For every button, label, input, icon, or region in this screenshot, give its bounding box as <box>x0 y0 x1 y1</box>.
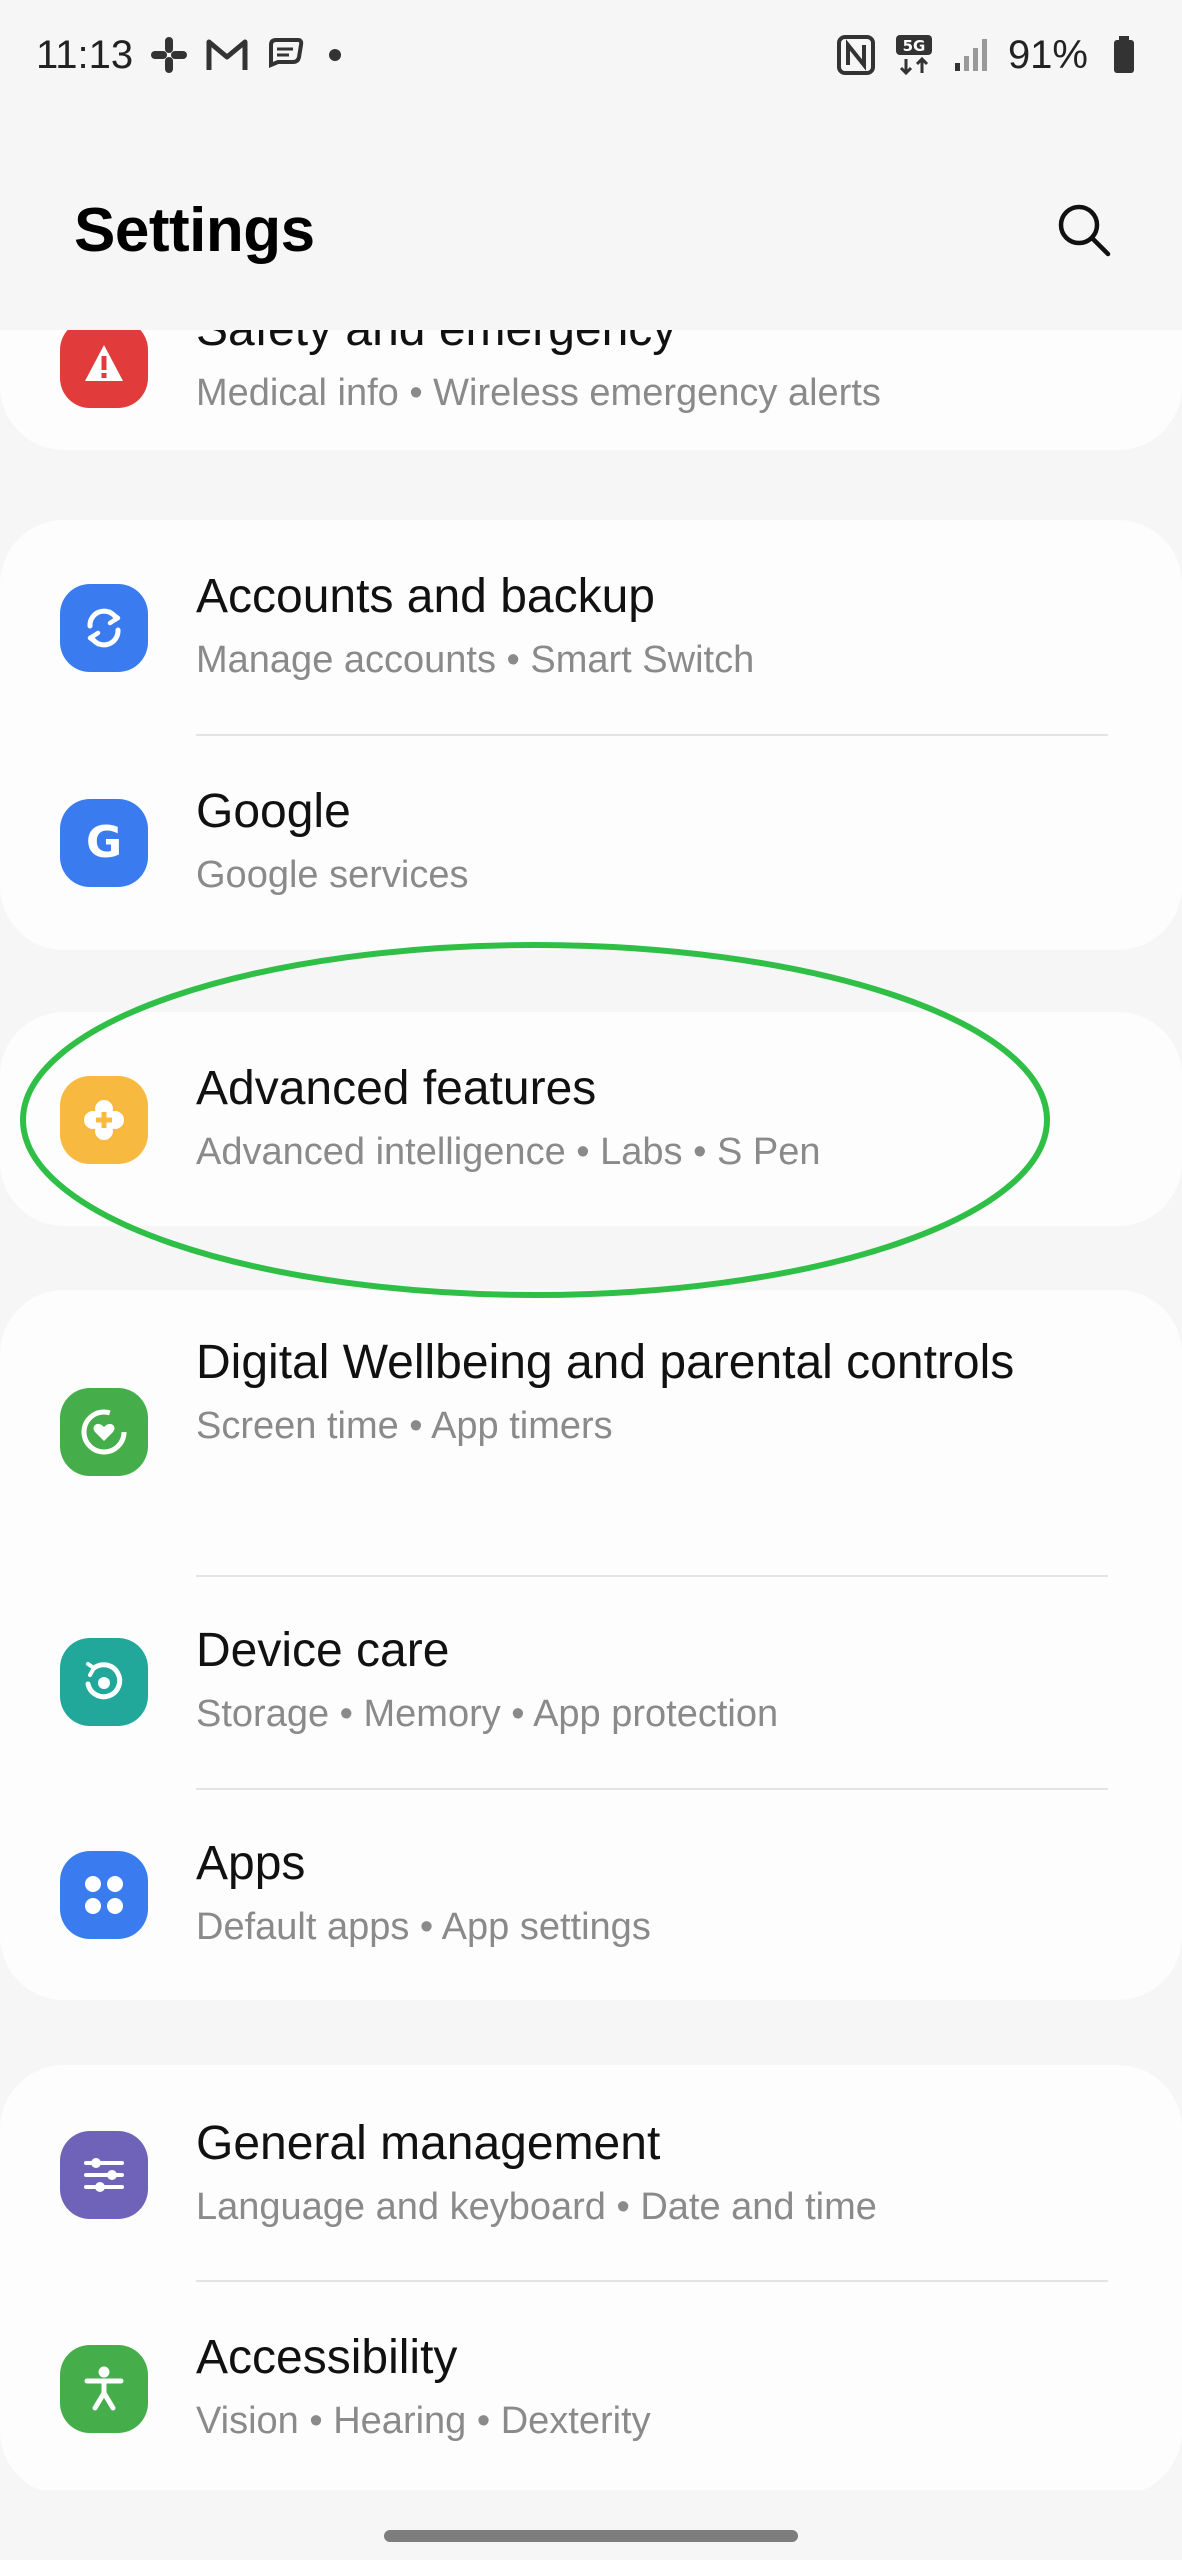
battery-icon <box>1102 33 1146 77</box>
sliders-icon <box>60 2131 148 2219</box>
header: Settings <box>0 170 1182 290</box>
home-indicator[interactable] <box>384 2530 798 2542</box>
item-text: Safety and emergency Medical info • Wire… <box>196 330 1102 421</box>
list-item-safety-and-emergency[interactable]: Safety and emergency Medical info • Wire… <box>0 330 1182 450</box>
item-title: Device care <box>196 1624 450 1677</box>
digital-wellbeing-icon <box>60 1388 148 1476</box>
item-text: Accessibility Vision • Hearing • Dexteri… <box>196 2323 1102 2449</box>
settings-list[interactable]: Safety and emergency Medical info • Wire… <box>0 330 1182 2490</box>
item-subtitle: Language and keyboard • Date and time <box>196 2186 877 2228</box>
list-item-accounts-and-backup[interactable]: Accounts and backup Manage accounts • Sm… <box>0 520 1182 735</box>
safety-alert-icon <box>60 330 148 408</box>
search-button[interactable] <box>1044 190 1124 270</box>
card-wellbeing: Digital Wellbeing and parental controls … <box>0 1290 1182 2000</box>
page-title: Settings <box>74 195 315 265</box>
item-title: General management <box>196 2117 661 2170</box>
nfc-icon <box>834 33 878 77</box>
settings-screen: 11:13 5G 91% Settings Medical info • Wir… <box>0 0 1182 2560</box>
item-subtitle: Manage accounts • Smart Switch <box>196 639 755 681</box>
sync-icon <box>60 584 148 672</box>
list-item-digital-wellbeing[interactable]: Digital Wellbeing and parental controls … <box>0 1290 1182 1575</box>
slack-icon <box>147 33 191 77</box>
advanced-features-icon <box>60 1076 148 1164</box>
item-text: Digital Wellbeing and parental controls … <box>196 1328 1102 1454</box>
card-advanced: Advanced features Advanced intelligence … <box>0 1012 1182 1226</box>
list-item-accessibility[interactable]: Accessibility Vision • Hearing • Dexteri… <box>0 2281 1182 2490</box>
item-title: Digital Wellbeing and parental controls <box>196 1336 1015 1389</box>
item-subtitle: Vision • Hearing • Dexterity <box>196 2400 651 2442</box>
svg-text:G: G <box>86 817 122 868</box>
item-title: Safety and emergency <box>196 330 1102 365</box>
card-general: General management Language and keyboard… <box>0 2065 1182 2490</box>
signal-icon <box>950 33 994 77</box>
notification-dot <box>329 49 342 61</box>
item-subtitle: Default apps • App settings <box>196 1906 651 1948</box>
item-title: Google <box>196 785 351 838</box>
item-text: Advanced features Advanced intelligence … <box>196 1054 1102 1180</box>
status-bar: 11:13 5G 91% <box>0 0 1182 110</box>
search-icon <box>1058 204 1111 257</box>
item-title: Advanced features <box>196 1062 597 1115</box>
item-text: General management Language and keyboard… <box>196 2109 1102 2235</box>
item-subtitle: Medical info • Wireless emergency alerts <box>196 372 881 414</box>
svg-text:5G: 5G <box>903 37 926 55</box>
list-item-general-management[interactable]: General management Language and keyboard… <box>0 2065 1182 2280</box>
item-title: Accessibility <box>196 2331 458 2384</box>
accessibility-icon <box>60 2345 148 2433</box>
apps-grid-icon <box>60 1851 148 1939</box>
messages-icon <box>263 33 307 77</box>
list-item-apps[interactable]: Apps Default apps • App settings <box>0 1789 1182 2000</box>
item-subtitle: Advanced intelligence • Labs • S Pen <box>196 1131 821 1173</box>
card-safety: Safety and emergency Medical info • Wire… <box>0 330 1182 450</box>
item-text: Google Google services <box>196 777 1102 903</box>
item-title: Apps <box>196 1837 306 1890</box>
list-item-google[interactable]: G Google Google services <box>0 735 1182 950</box>
item-text: Device care Storage • Memory • App prote… <box>196 1616 1102 1742</box>
list-item-advanced-features[interactable]: Advanced features Advanced intelligence … <box>0 1012 1182 1226</box>
status-time: 11:13 <box>36 32 134 77</box>
network-5g-icon: 5G <box>892 33 936 77</box>
gmail-icon <box>205 33 249 77</box>
item-subtitle: Screen time • App timers <box>196 1405 613 1447</box>
item-subtitle: Storage • Memory • App protection <box>196 1693 779 1735</box>
item-text: Accounts and backup Manage accounts • Sm… <box>196 562 1102 688</box>
list-item-device-care[interactable]: Device care Storage • Memory • App prote… <box>0 1576 1182 1788</box>
device-care-icon <box>60 1638 148 1726</box>
item-subtitle: Google services <box>196 854 469 896</box>
item-title: Accounts and backup <box>196 570 655 623</box>
battery-percent: 91% <box>1007 32 1088 77</box>
google-icon: G <box>60 799 148 887</box>
status-right: 5G 91% <box>834 33 1146 78</box>
status-left: 11:13 <box>36 32 342 78</box>
item-text: Apps Default apps • App settings <box>196 1829 1102 1955</box>
card-accounts: Accounts and backup Manage accounts • Sm… <box>0 520 1182 950</box>
